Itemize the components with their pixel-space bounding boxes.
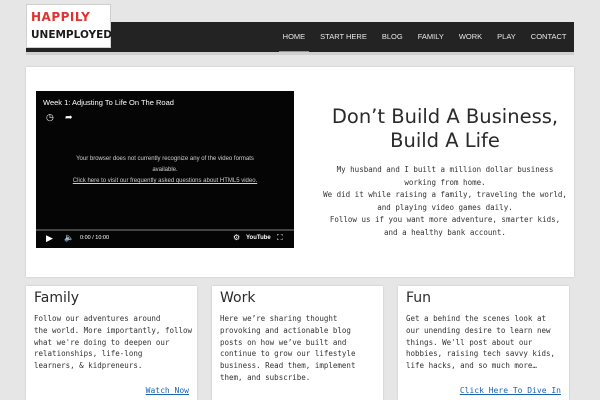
clock-icon[interactable]: ◷ (46, 112, 54, 123)
nav-item-start-here[interactable]: START HERE (313, 22, 375, 52)
play-icon[interactable]: ▶ (46, 233, 53, 244)
nav-item-blog[interactable]: BLOG (374, 22, 410, 52)
card-line: Get a behind the scenes look at (406, 314, 546, 323)
card-line: our unending desire to learn new (406, 325, 551, 335)
hero-line: and a healthy bank account. (384, 227, 506, 237)
hero-line: and playing video games daily. (377, 202, 513, 212)
hero-description: My husband and I built a million dollar … (300, 164, 590, 239)
card-family: Family Follow our adventures around the … (26, 286, 197, 400)
card-line: posts on how we’ve built and (220, 337, 347, 347)
youtube-logo[interactable]: YouTube (246, 235, 271, 241)
card-title: Work (220, 290, 256, 306)
card-line: them, and subscribe. (220, 372, 311, 382)
card-line: learners, & kidpreneurs. (34, 361, 143, 371)
share-icon[interactable]: ➦ (65, 112, 73, 123)
video-player[interactable]: Week 1: Adjusting To Life On The Road ◷ … (36, 91, 294, 248)
card-line: things. We'll post about our (406, 337, 533, 347)
hero-line: working from home. (404, 177, 486, 187)
video-faq-link[interactable]: Click here to visit our frequently asked… (58, 176, 272, 187)
watch-now-link[interactable]: Watch Now (146, 386, 189, 395)
card-text: Follow our adventures around the world. … (34, 313, 194, 372)
volume-icon[interactable]: 🔈 (64, 233, 74, 242)
card-title: Family (34, 290, 80, 306)
video-message-line-1: Your browser does not currently recogniz… (76, 156, 254, 162)
main-nav: HOME START HERE BLOG FAMILY WORK PLAY CO… (275, 22, 574, 54)
hero-line: Follow us if you want more adventure, sm… (329, 215, 561, 224)
card-line: life hacks, and so much more… (406, 361, 537, 371)
video-time: 0:00 / 10:00 (80, 235, 110, 241)
hero-headline-line-1: Don’t Build A Business, (331, 105, 559, 128)
hero-line: My husband and I built a million dollar … (336, 165, 554, 174)
video-title[interactable]: Week 1: Adjusting To Life On The Road (43, 98, 174, 107)
video-error-message: Your browser does not currently recogniz… (58, 154, 272, 187)
fullscreen-icon[interactable]: ⛶ (277, 233, 283, 243)
header-shadow (26, 52, 574, 55)
nav-item-contact[interactable]: CONTACT (523, 22, 574, 52)
card-text: Get a behind the scenes look at our unen… (406, 313, 566, 372)
card-line: the world. More importantly, follow (34, 325, 193, 335)
card-line: Follow our adventures around (34, 314, 161, 323)
logo-line-2: UNEMPLOYED (31, 29, 112, 41)
card-text: Here we’re sharing thought provoking and… (220, 313, 380, 384)
video-message-line-2: available. (152, 167, 178, 173)
card-line: relationships, life-long (34, 349, 143, 359)
hero-line: We did it while raising a family, travel… (323, 190, 567, 199)
video-controls: ▶ 🔈 0:00 / 10:00 ⚙ YouTube ⛶ (36, 231, 294, 248)
card-line: Here we’re sharing thought (220, 314, 338, 323)
card-fun: Fun Get a behind the scenes look at our … (398, 286, 569, 400)
card-work: Work Here we’re sharing thought provokin… (212, 286, 383, 400)
nav-item-home[interactable]: HOME (275, 22, 313, 54)
card-line: continue to grow our lifestyle (220, 349, 356, 359)
nav-item-play[interactable]: PLAY (490, 22, 524, 52)
nav-item-family[interactable]: FAMILY (410, 22, 451, 52)
gear-icon[interactable]: ⚙ (233, 233, 240, 242)
card-line: provoking and actionable blog (220, 325, 351, 335)
hero-headline-line-2: Build A Life (390, 129, 500, 152)
logo-line-1: HAPPILY (31, 10, 91, 24)
card-line: what we're doing to deepen our (34, 337, 170, 347)
card-line: business. Read them, implement (220, 361, 356, 371)
dive-in-link[interactable]: Click Here To Dive In (460, 386, 561, 395)
card-line: hobbies, raising tech savvy kids, (406, 349, 556, 359)
nav-item-work[interactable]: WORK (451, 22, 489, 52)
site-logo[interactable]: HAPPILY UNEMPLOYED (26, 4, 112, 48)
card-title: Fun (406, 290, 432, 306)
hero-headline: Don’t Build A Business, Build A Life (300, 105, 590, 153)
